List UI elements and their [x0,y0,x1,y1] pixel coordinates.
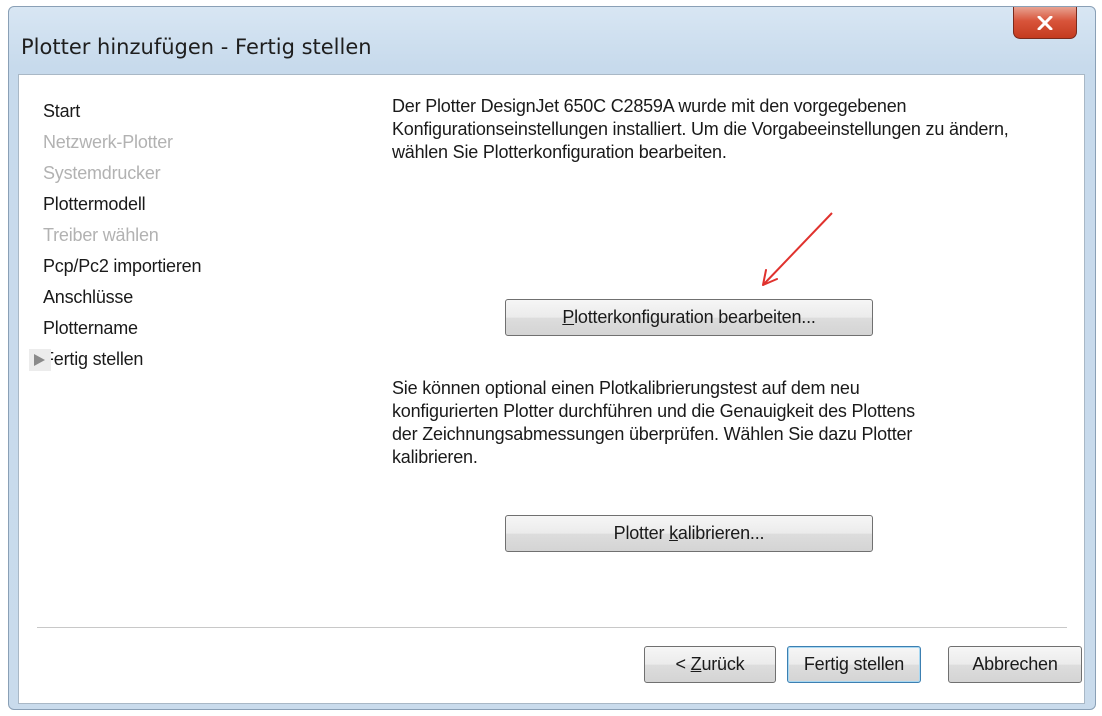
title-bar[interactable]: Plotter hinzufügen - Fertig stellen [9,7,1095,77]
step-item: Anschlüsse [43,283,273,314]
dialog-window: Plotter hinzufügen - Fertig stellen Star… [8,6,1096,710]
button-label: Fertig stellen [803,654,905,674]
step-label: Netzwerk-Plotter [43,132,173,152]
dialog-client-area: Start Netzwerk-Plotter Systemdrucker Plo… [18,74,1085,704]
step-item: Systemdrucker [43,159,273,190]
step-item: Pcp/Pc2 importieren [43,252,273,283]
window-title: Plotter hinzufügen - Fertig stellen [21,35,372,59]
current-step-arrow-icon [29,349,51,371]
step-label: Plottermodell [43,194,146,214]
calibrate-text: Sie können optional einen Plotkalibrieru… [392,378,915,467]
accelerator-key: Z [690,654,702,674]
wizard-steps: Start Netzwerk-Plotter Systemdrucker Plo… [29,97,273,376]
step-label: Plottername [43,318,138,338]
step-item: Treiber wählen [43,221,273,252]
calibrate-panel: Sie können optional einen Plotkalibrieru… [392,377,1012,469]
step-item: Netzwerk-Plotter [43,128,273,159]
accelerator-key: P [562,307,575,327]
edit-plotter-config-button[interactable]: Plotterkonfiguration bearbeiten... [505,299,873,336]
step-item-current: Fertig stellen [29,345,273,376]
button-label: Plotter [613,523,665,543]
button-label: < [675,654,687,674]
finish-button[interactable]: Fertig stellen [787,646,921,683]
button-label: urück [701,654,745,674]
step-item: Start [43,97,273,128]
content-panel: Der Plotter DesignJet 650C C2859A wurde … [392,95,1012,164]
back-button[interactable]: < Zurück [644,646,776,683]
footer-separator [37,627,1067,629]
button-label: alibrieren... [677,523,765,543]
step-label: Anschlüsse [43,287,134,307]
step-item: Plottername [43,314,273,345]
button-label: Abbrechen [972,654,1058,674]
step-label: Systemdrucker [43,163,161,183]
close-x-icon [1037,15,1053,30]
close-button[interactable] [1013,7,1077,39]
cancel-button[interactable]: Abbrechen [948,646,1082,683]
accelerator-key: k [669,523,678,543]
step-label: Treiber wählen [43,225,159,245]
step-label: Pcp/Pc2 importieren [43,256,202,276]
step-item: Plottermodell [43,190,273,221]
intro-text: Der Plotter DesignJet 650C C2859A wurde … [392,96,1009,162]
step-label: Start [43,101,81,121]
calibrate-plotter-button[interactable]: Plotter k alibrieren... [505,515,873,552]
step-label: Fertig stellen [43,349,144,369]
button-label: lotterkonfiguration bearbeiten... [574,307,816,327]
